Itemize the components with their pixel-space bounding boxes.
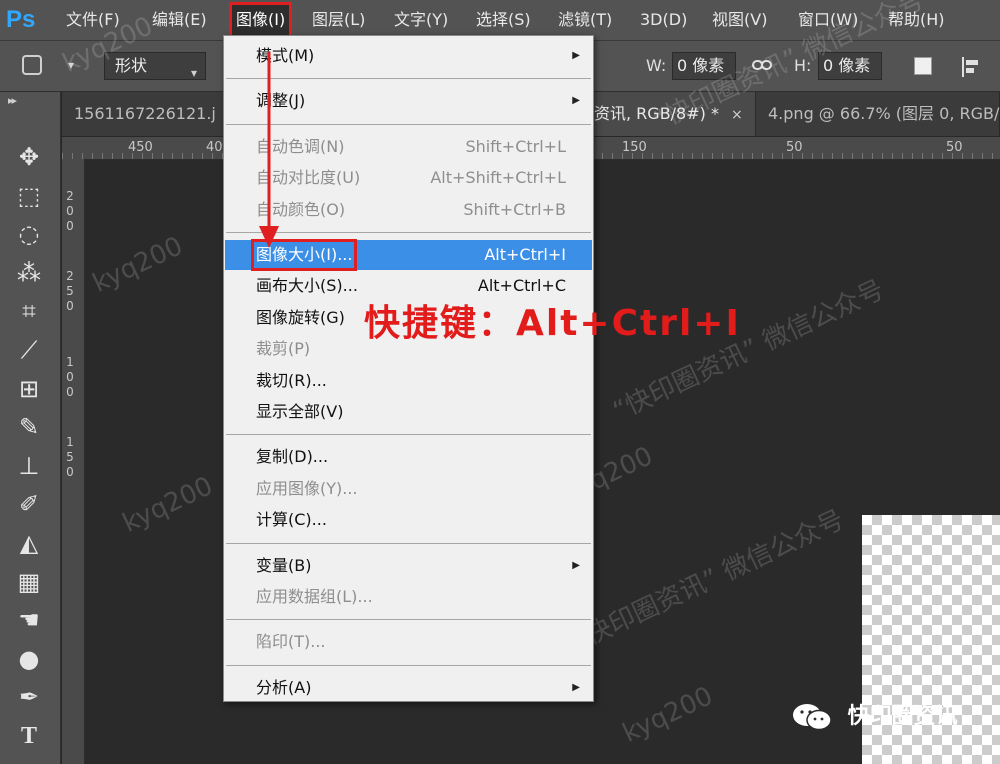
menu-8[interactable]: 视图(V): [712, 9, 767, 31]
ruler-label: 1: [66, 435, 74, 449]
submenu-arrow-icon: ▶: [572, 681, 580, 693]
menu-item-label: 应用图像(Y)...: [256, 478, 358, 498]
menu-item: 陷印(T)...: [225, 627, 592, 657]
brush-icon[interactable]: ✎: [14, 412, 44, 442]
eraser-icon[interactable]: ◭: [14, 528, 44, 558]
menu-item-label: 分析(A): [256, 677, 312, 697]
shape-mode-value: 形状: [115, 56, 148, 75]
gradient-icon[interactable]: ▦: [14, 567, 44, 597]
menu-separator: [226, 664, 591, 666]
ruler-label: 450: [128, 140, 153, 155]
menu-item-label: 应用数据组(L)...: [256, 587, 373, 606]
ruler-label: 0: [66, 299, 74, 313]
menu-item[interactable]: 裁切(R)...: [225, 366, 592, 396]
wechat-icon: [793, 704, 832, 731]
close-icon[interactable]: ×: [731, 107, 743, 123]
menu-item-shortcut: Shift+Ctrl+B: [463, 199, 566, 219]
crop-icon[interactable]: ⌗: [14, 296, 44, 326]
shortcut-annotation: 快捷键：Alt+Ctrl+I: [364, 303, 741, 344]
tools-panel: ▸▸ ✥ ⬚ ◌ ⁂ ⌗ ⟋ ⊞ ✎ ⊥ ✐ ◭ ▦ ☚ ● ✒ T: [0, 92, 61, 764]
menu-item-label: 显示全部(V): [256, 402, 344, 421]
menu-item-shortcut: Alt+Shift+Ctrl+L: [430, 168, 566, 188]
menu-item-label: 裁切(R)...: [256, 370, 327, 390]
ruler-label: 150: [622, 140, 647, 155]
magic-wand-icon[interactable]: ⁂: [14, 258, 44, 288]
width-label: W:: [646, 56, 667, 75]
ruler-label: 2: [66, 189, 74, 203]
ruler-label: 5: [66, 450, 74, 464]
ruler-label: 0: [66, 204, 74, 218]
wechat-brand: 快印圈资讯: [790, 700, 958, 734]
stamp-icon[interactable]: ⊥: [14, 451, 44, 481]
menu-item-label: 画布大小(S)...: [256, 276, 358, 296]
menu-item[interactable]: 变量(B) ▶: [225, 551, 592, 581]
move-icon[interactable]: ✥: [14, 142, 44, 172]
ruler-label: 5: [66, 284, 74, 298]
menu-5[interactable]: 选择(S): [476, 9, 531, 31]
ruler-label: 40: [206, 140, 223, 155]
menu-item[interactable]: 复制(D)...: [225, 442, 592, 472]
menu-separator: [226, 542, 591, 544]
menu-item-label: 陷印(T)...: [256, 632, 326, 652]
menu-item[interactable]: 显示全部(V): [225, 397, 592, 427]
lasso-icon[interactable]: ◌: [14, 219, 44, 249]
menu-item-label: 变量(B): [256, 555, 312, 575]
tab-label: 1561167226121.j: [74, 104, 216, 123]
menu-6[interactable]: 滤镜(T): [558, 9, 612, 31]
photoshop-logo: Ps: [6, 6, 36, 33]
menu-2[interactable]: 图像(I): [228, 2, 293, 38]
rectangle-shape-icon[interactable]: [22, 55, 42, 75]
submenu-arrow-icon: ▶: [572, 50, 580, 61]
path-alignment-icon[interactable]: [960, 55, 984, 79]
menu-item[interactable]: 分析(A) ▶: [225, 673, 592, 703]
ruler-label: 1: [66, 355, 74, 369]
menu-item: 应用图像(Y)...: [225, 474, 592, 504]
vertical-ruler: 200250100150: [62, 159, 85, 764]
menu-item-shortcut: Alt+Ctrl+I: [484, 245, 566, 264]
document-tab[interactable]: 4.png @ 66.7% (图层 0, RGB/: [756, 92, 1000, 136]
tab-label: 4.png @ 66.7% (图层 0, RGB/: [768, 104, 1000, 123]
ruler-label: 0: [66, 370, 74, 384]
dodge-icon[interactable]: ●: [14, 644, 44, 674]
pen-icon[interactable]: ✒: [14, 682, 44, 712]
menu-7[interactable]: 3D(D): [640, 9, 687, 31]
menu-item-shortcut: Shift+Ctrl+L: [465, 136, 566, 156]
document-tab[interactable]: 1561167226121.j: [62, 92, 228, 136]
chevron-down-icon: ▾: [190, 66, 197, 80]
ruler-label: 50: [786, 140, 803, 155]
menu-item-label: 图像旋转(G): [256, 307, 345, 327]
eyedropper-icon[interactable]: ⟋: [14, 335, 44, 365]
menu-item-label: 复制(D)...: [256, 447, 329, 467]
menu-1[interactable]: 编辑(E): [152, 9, 207, 31]
menu-item-label: 裁剪(P): [256, 339, 311, 359]
menu-item: 应用数据组(L)...: [225, 582, 592, 612]
ruler-label: 0: [66, 385, 74, 399]
ruler-label: 0: [66, 219, 74, 233]
menu-separator: [226, 434, 591, 436]
marquee-icon[interactable]: ⬚: [14, 181, 44, 211]
history-brush-icon[interactable]: ✐: [14, 489, 44, 519]
menu-item-label: 计算(C)...: [256, 510, 327, 530]
type-icon[interactable]: T: [14, 721, 44, 751]
menu-item[interactable]: 计算(C)...: [225, 505, 592, 535]
smudge-icon[interactable]: ☚: [14, 605, 44, 635]
menu-4[interactable]: 文字(Y): [394, 9, 448, 31]
brand-name: 快印圈资讯: [847, 704, 958, 729]
ruler-label: 50: [946, 140, 963, 155]
submenu-arrow-icon: ▶: [572, 559, 580, 571]
submenu-arrow-icon: ▶: [572, 95, 580, 107]
annotation-arrow: [259, 52, 279, 248]
patch-icon[interactable]: ⊞: [14, 374, 44, 404]
ruler-label: 0: [66, 465, 74, 479]
collapse-icon[interactable]: ▸▸: [8, 94, 17, 107]
path-operations-icon[interactable]: [914, 57, 932, 75]
menu-separator: [226, 619, 591, 621]
ruler-label: 2: [66, 269, 74, 283]
menu-3[interactable]: 图层(L): [312, 9, 365, 31]
